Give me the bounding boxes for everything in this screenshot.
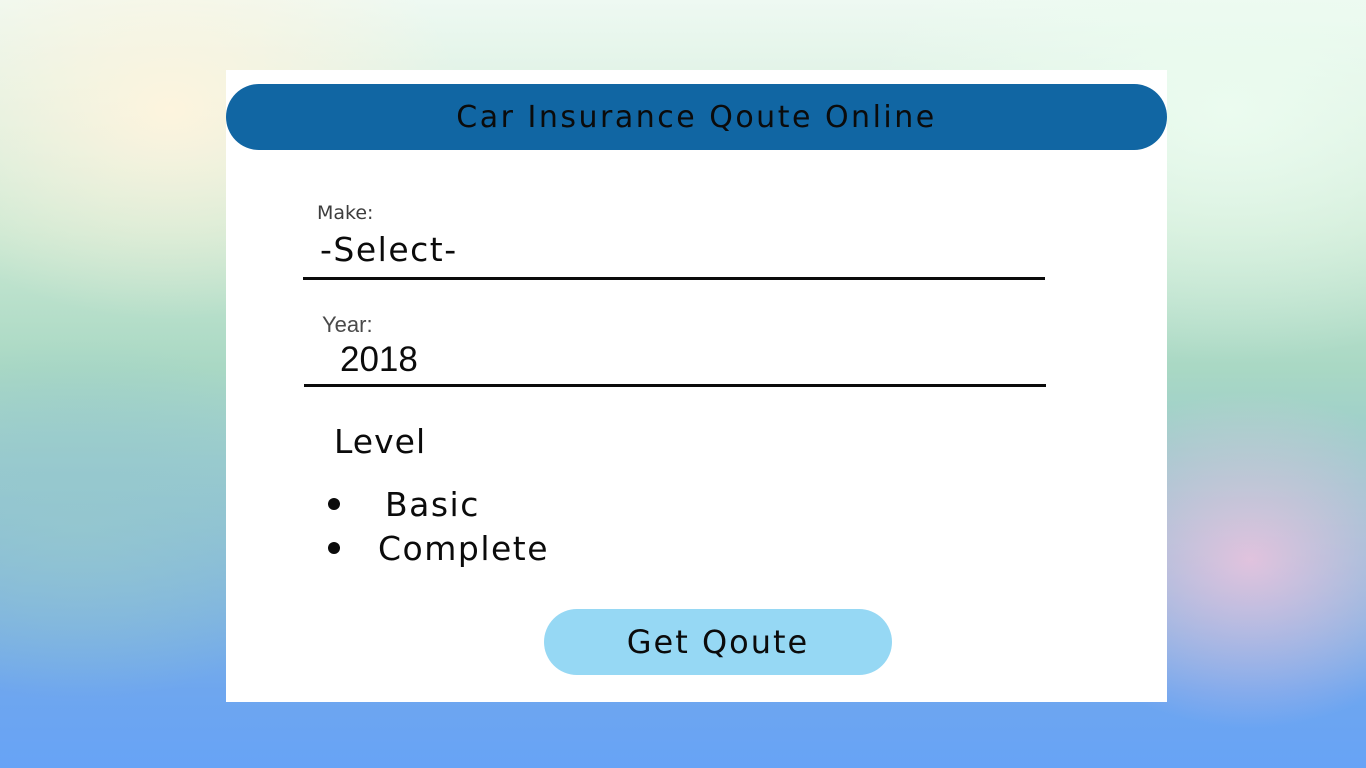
make-label: Make: [317, 202, 374, 224]
quote-form-card: Car Insurance Qoute Online Make: -Select… [226, 70, 1167, 702]
get-quote-button-label: Get Qoute [626, 623, 810, 661]
header-bar: Car Insurance Qoute Online [226, 84, 1167, 150]
make-select[interactable]: -Select- [320, 230, 458, 269]
year-field-underline [304, 384, 1046, 387]
make-field-underline [303, 277, 1045, 280]
level-option-label: Complete [378, 528, 550, 568]
bullet-icon [328, 498, 340, 510]
get-quote-button[interactable]: Get Qoute [544, 609, 892, 675]
page-title: Car Insurance Qoute Online [456, 99, 937, 135]
level-option-basic[interactable]: Basic [320, 482, 478, 526]
level-option-label: Basic [385, 484, 480, 524]
level-option-complete[interactable]: Complete [320, 526, 548, 570]
bullet-icon [328, 542, 340, 554]
level-options-list: Basic Complete [320, 482, 548, 570]
year-input[interactable]: 2018 [340, 340, 418, 380]
level-heading: Level [334, 422, 427, 461]
year-label: Year: [322, 312, 373, 337]
